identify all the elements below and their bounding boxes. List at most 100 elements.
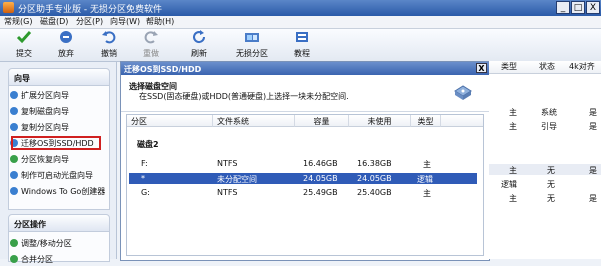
right-row5-type: 主 [509, 194, 517, 203]
dialog-title: 迁移OS到SSD/HDD [124, 65, 202, 74]
tutorial-label: 教程 [294, 49, 310, 58]
right-row1-type: 主 [509, 108, 517, 117]
refresh-icon [193, 30, 206, 44]
redo-button[interactable]: 重做 [140, 30, 162, 59]
refresh-label: 刷新 [191, 49, 207, 58]
menu-disk[interactable]: 磁盘(D) [40, 16, 68, 27]
selection-highlight-box [11, 136, 101, 150]
right-row2-status: 引导 [541, 122, 557, 131]
disk-group-label: 磁盘2 [137, 140, 159, 149]
row-g-size: 25.49GB [303, 188, 338, 197]
col-filesystem[interactable]: 文件系统 [213, 115, 295, 127]
wizard-windows-to-go[interactable]: Windows To Go创建器 [10, 186, 105, 198]
partition-list-right: 类型 状态 4k对齐 主 系统 是 主 引导 是 主 无 是 逻辑 无 主 无 … [489, 61, 601, 259]
windows-to-go-icon [10, 187, 18, 195]
close-button[interactable]: X [586, 1, 600, 14]
dialog-close-button[interactable]: X [476, 63, 487, 73]
discard-icon [60, 31, 72, 43]
title-bar: 分区助手专业版 - 无损分区免费软件 _ □ X [0, 0, 601, 16]
redo-icon [144, 31, 158, 44]
wizard-item-label: Windows To Go创建器 [21, 187, 106, 196]
row-f-free: 16.38GB [357, 159, 392, 168]
row-unalloc-partition[interactable]: * [141, 174, 145, 183]
row-g-partition[interactable]: G: [141, 188, 150, 197]
discard-button[interactable]: 放弃 [55, 30, 77, 59]
refresh-button[interactable]: 刷新 [188, 30, 210, 59]
col-unused[interactable]: 未使用 [349, 115, 411, 127]
undo-label: 撤销 [101, 49, 117, 58]
menu-partition[interactable]: 分区(P) [76, 16, 103, 27]
dialog-header: 选择磁盘空间 在SSD(固态硬盘)或HDD(普通硬盘)上选择一块未分配空间. [121, 75, 489, 112]
col-filler [441, 115, 483, 127]
row-g-type: 主 [423, 189, 431, 198]
resize-partition-icon [10, 239, 18, 247]
right-row3-align: 是 [589, 166, 597, 175]
maximize-button[interactable]: □ [571, 1, 585, 14]
op-item-label: 合并分区 [21, 255, 53, 264]
right-row2-type: 主 [509, 122, 517, 131]
menu-help[interactable]: 帮助(H) [146, 16, 174, 27]
extend-partition-icon [10, 91, 18, 99]
bootable-disc-icon [10, 171, 18, 179]
submit-button[interactable]: 提交 [13, 30, 35, 59]
col-capacity[interactable]: 容量 [295, 115, 349, 127]
redo-label: 重做 [143, 49, 159, 58]
row-unalloc-fs: 未分配空间 [217, 175, 257, 184]
partition-icon [245, 33, 259, 42]
right-row4-status: 无 [547, 180, 555, 189]
right-row2-align: 是 [589, 122, 597, 131]
menu-general[interactable]: 常规(G) [4, 16, 32, 27]
migrate-os-dialog: 迁移OS到SSD/HDD X 选择磁盘空间 在SSD(固态硬盘)或HDD(普通硬… [120, 61, 490, 261]
right-selected-row[interactable] [489, 164, 601, 175]
row-g-free: 25.40GB [357, 188, 392, 197]
lossless-partition-label: 无损分区 [236, 49, 268, 58]
row-unalloc-type: 逻辑 [417, 175, 433, 184]
wizard-copy-disk[interactable]: 复制磁盘向导 [10, 106, 69, 118]
window-title: 分区助手专业版 - 无损分区免费软件 [18, 5, 162, 15]
op-resize-move-partition[interactable]: 调整/移动分区 [10, 238, 72, 250]
menu-bar: 常规(G) 磁盘(D) 分区(P) 向导(W) 帮助(H) [0, 16, 601, 29]
partition-ops-section-header[interactable]: 分区操作 [8, 214, 110, 232]
app-logo-icon [3, 2, 14, 13]
op-merge-partition[interactable]: 合并分区 [10, 254, 53, 266]
menu-wizard[interactable]: 向导(W) [110, 16, 140, 27]
submit-label: 提交 [16, 49, 32, 58]
wizard-extend-partition[interactable]: 扩展分区向导 [10, 90, 69, 102]
right-row1-align: 是 [589, 108, 597, 117]
right-row5-status: 无 [547, 194, 555, 203]
undo-button[interactable]: 撤销 [98, 30, 120, 59]
right-col-align[interactable]: 4k对齐 [569, 61, 595, 72]
right-row3-status: 无 [547, 166, 555, 175]
right-col-type[interactable]: 类型 [501, 61, 517, 72]
row-f-size: 16.46GB [303, 159, 338, 168]
tutorial-button[interactable]: 教程 [291, 30, 313, 59]
disk-space-table: 分区 文件系统 容量 未使用 类型 磁盘2 F: NTFS 16.46GB 16… [126, 114, 484, 256]
op-item-label: 调整/移动分区 [21, 239, 72, 248]
disk-wizard-icon [454, 85, 472, 100]
wizard-item-label: 复制磁盘向导 [21, 107, 69, 116]
right-col-status[interactable]: 状态 [539, 61, 555, 72]
wizard-item-label: 制作可启动光盘向导 [21, 171, 93, 180]
copy-disk-icon [10, 107, 18, 115]
lossless-partition-button[interactable]: 无损分区 [233, 30, 271, 59]
dialog-title-bar: 迁移OS到SSD/HDD X [121, 62, 489, 75]
col-partition[interactable]: 分区 [127, 115, 213, 127]
partition-recovery-icon [10, 155, 18, 163]
right-row4-type: 逻辑 [501, 180, 517, 189]
wizard-item-label: 分区恢复向导 [21, 155, 69, 164]
undo-icon [102, 31, 116, 44]
row-g-fs: NTFS [217, 188, 238, 197]
wizard-copy-partition[interactable]: 复制分区向导 [10, 122, 69, 134]
wizard-section-header[interactable]: 向导 [8, 68, 110, 86]
row-f-fs: NTFS [217, 159, 238, 168]
col-type[interactable]: 类型 [411, 115, 441, 127]
right-row1-status: 系统 [541, 108, 557, 117]
left-sidebar: 向导 扩展分区向导 复制磁盘向导 复制分区向导 迁移OS到SSD/HDD 分区恢… [0, 62, 117, 264]
row-f-type: 主 [423, 160, 431, 169]
wizard-partition-recovery[interactable]: 分区恢复向导 [10, 154, 69, 166]
wizard-bootable-disc[interactable]: 制作可启动光盘向导 [10, 170, 93, 182]
row-f-partition[interactable]: F: [141, 159, 148, 168]
minimize-button[interactable]: _ [556, 1, 570, 14]
right-row5-align: 是 [589, 194, 597, 203]
row-unalloc-size: 24.05GB [303, 174, 338, 183]
